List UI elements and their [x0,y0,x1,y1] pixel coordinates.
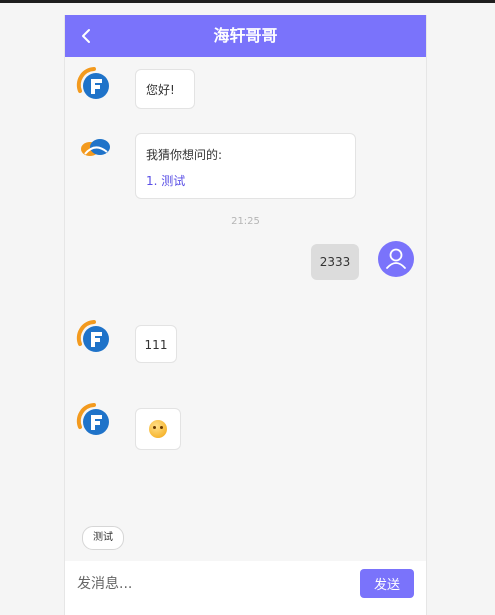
f-logo-icon [76,67,109,99]
suggestion-prompt: 我猜你想问的: [146,148,223,162]
user-avatar [378,241,414,277]
bot-avatar [77,136,115,162]
send-button[interactable]: 发送 [360,569,414,598]
bot-avatar [75,66,113,104]
bot-message-bubble: 111 [135,325,177,363]
f-logo-icon [76,403,109,435]
bot-avatar [75,402,113,440]
window-top-border [0,0,495,3]
chat-header: 海轩哥哥 [65,15,426,57]
astonished-face-icon [149,420,167,438]
user-icon [386,248,406,269]
message-text: 您好! [146,83,175,97]
chat-window: 海轩哥哥 您好! 我猜你想问的: 1. 测试 21:25 2333 111 测试… [64,15,427,615]
message-text: 2333 [319,255,351,269]
message-text: 111 [144,338,168,352]
message-composer: 发送 [65,561,426,615]
suggestion-link[interactable]: 1. 测试 [146,172,345,189]
bot-message-bubble: 您好! [135,69,195,109]
bot-message-bubble: 我猜你想问的: 1. 测试 [135,133,356,199]
f-logo-icon [76,320,109,352]
quick-reply-tag[interactable]: 测试 [82,526,124,550]
bot-avatar [75,319,113,357]
cloud-logo-icon [81,139,110,156]
message-input[interactable] [75,569,339,599]
chat-title: 海轩哥哥 [213,26,278,45]
bot-message-bubble [135,408,181,450]
user-message-bubble: 2333 [311,244,359,280]
message-timestamp: 21:25 [231,216,260,227]
